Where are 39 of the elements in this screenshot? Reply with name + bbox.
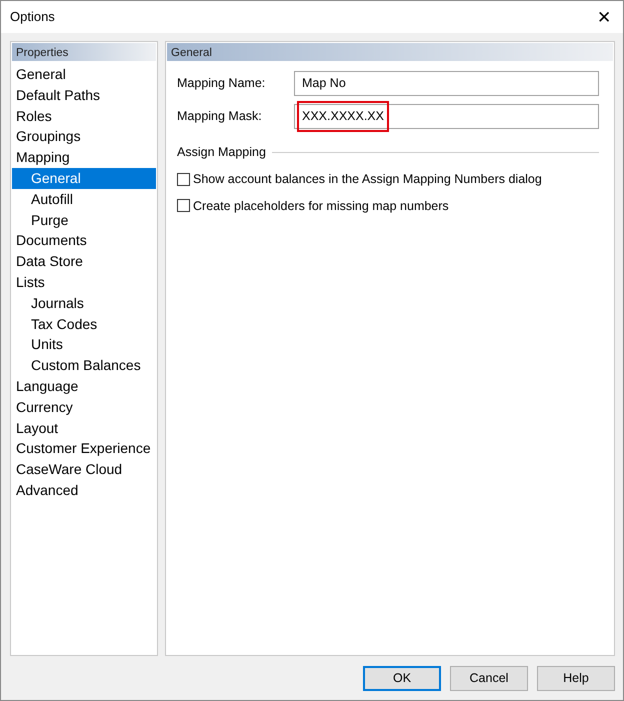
- tree-item[interactable]: Data Store: [12, 251, 156, 272]
- field-label: Mapping Mask:: [177, 108, 263, 126]
- checkbox-label: Create placeholders for missing map numbers: [193, 198, 449, 215]
- dialog-button[interactable]: Help: [537, 666, 615, 691]
- tree-item[interactable]: Customer Experience: [12, 438, 156, 460]
- panel-header: General: [167, 43, 613, 61]
- tree-item[interactable]: Autofill: [12, 188, 156, 210]
- field-label: Mapping Name:: [177, 75, 266, 92]
- dialog-button[interactable]: OK: [363, 666, 441, 691]
- checkbox[interactable]: [177, 199, 190, 212]
- tree-item[interactable]: Units: [12, 334, 156, 356]
- dialog-button[interactable]: Cancel: [450, 666, 528, 691]
- input-field[interactable]: XXX.XXXX.XX: [294, 104, 599, 129]
- field-value: XXX.XXXX.XX: [297, 101, 389, 132]
- tree-item[interactable]: Documents: [12, 230, 156, 252]
- checkbox[interactable]: [177, 172, 190, 186]
- tree-item[interactable]: Advanced: [12, 480, 156, 501]
- tree-item[interactable]: Default Paths: [12, 84, 156, 106]
- tree-item[interactable]: Language: [12, 376, 156, 397]
- tree-item[interactable]: Layout: [12, 418, 156, 438]
- tree-item[interactable]: Journals: [12, 292, 156, 314]
- tree-item[interactable]: CaseWare Cloud: [12, 459, 156, 480]
- tree-item[interactable]: Tax Codes: [12, 314, 156, 334]
- field-value: Map No: [301, 75, 347, 92]
- tree-item[interactable]: General: [12, 64, 156, 85]
- tree-item[interactable]: Currency: [12, 396, 156, 418]
- tree-item[interactable]: Purge: [12, 210, 156, 230]
- tree-item[interactable]: Custom Balances: [12, 355, 156, 376]
- tree-item[interactable]: Lists: [12, 272, 156, 293]
- checkbox-label: Show account balances in the Assign Mapping Numbers dialog: [193, 170, 542, 188]
- window-title: Options: [10, 8, 55, 26]
- tree-item[interactable]: Mapping: [12, 147, 156, 168]
- tree-item[interactable]: Groupings: [12, 126, 156, 148]
- input-field[interactable]: Map No: [294, 71, 599, 96]
- tree-item[interactable]: General: [12, 168, 156, 189]
- close-button[interactable]: ✕: [593, 8, 615, 26]
- sidebar-header: Properties: [12, 43, 156, 61]
- tree-item[interactable]: Roles: [12, 106, 156, 126]
- group-label: Assign Mapping: [177, 144, 266, 161]
